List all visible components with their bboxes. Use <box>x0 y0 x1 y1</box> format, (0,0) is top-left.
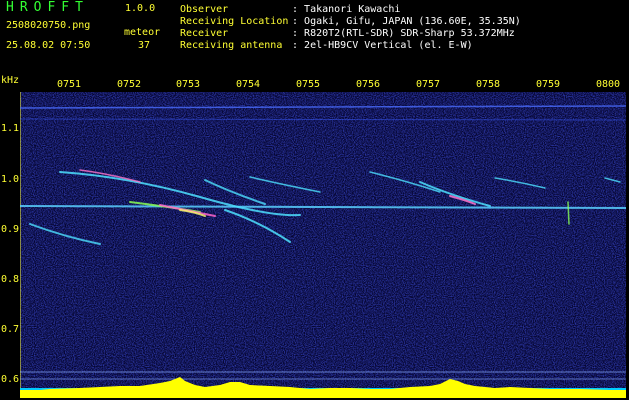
y-tick-label: 1.0 <box>1 174 20 185</box>
x-tick-label: 0754 <box>236 79 261 90</box>
info-value: R820T2(RTL-SDR) SDR-Sharp 53.372MHz <box>304 28 515 39</box>
hrofft-window: HROFFT 1.0.0 2508020750.png 25.08.02 07:… <box>0 0 629 400</box>
y-tick-label: 0.8 <box>1 274 20 285</box>
info-receiver: Receiver: R820T2(RTL-SDR) SDR-Sharp 53.3… <box>180 28 515 39</box>
x-tick-label: 0759 <box>536 79 561 90</box>
x-tick-label: 0800 <box>596 79 621 90</box>
info-observer: Observer: Takanori Kawachi <box>180 4 401 15</box>
x-tick-label: 0757 <box>416 79 441 90</box>
info-location: Receiving Location: Ogaki, Gifu, JAPAN (… <box>180 16 521 27</box>
file-name: 2508020750.png <box>6 20 91 31</box>
y-axis-unit: kHz <box>1 75 20 86</box>
x-tick-label: 0755 <box>296 79 321 90</box>
x-tick-label: 0752 <box>117 79 142 90</box>
noise-texture <box>20 92 626 398</box>
app-title: HROFFT <box>6 0 89 15</box>
x-tick-label: 0758 <box>476 79 501 90</box>
x-tick-label: 0756 <box>356 79 381 90</box>
info-key: Receiving Location <box>180 16 289 27</box>
spectrogram-waterfall <box>20 92 626 398</box>
meteor-label: meteor <box>124 27 161 38</box>
app-version: 1.0.0 <box>125 3 156 14</box>
info-value: Takanori Kawachi <box>304 4 401 15</box>
capture-datetime: 25.08.02 07:50 <box>6 40 91 51</box>
y-tick-label: 1.1 <box>1 123 20 134</box>
meteor-count: 37 <box>138 40 151 51</box>
y-tick-label: 0.9 <box>1 224 20 235</box>
y-tick-label: 0.7 <box>1 324 20 335</box>
y-tick-label: 0.6 <box>1 374 20 385</box>
info-value: 2el-HB9CV Vertical (el. E-W) <box>304 40 473 51</box>
x-tick-label: 0753 <box>176 79 201 90</box>
info-key: Receiver <box>180 28 229 39</box>
info-value: Ogaki, Gifu, JAPAN (136.60E, 35.35N) <box>304 16 521 27</box>
x-tick-label: 0751 <box>57 79 82 90</box>
info-key: Receiving antenna <box>180 40 283 51</box>
info-key: Observer <box>180 4 229 15</box>
info-antenna: Receiving antenna: 2el-HB9CV Vertical (e… <box>180 40 473 51</box>
